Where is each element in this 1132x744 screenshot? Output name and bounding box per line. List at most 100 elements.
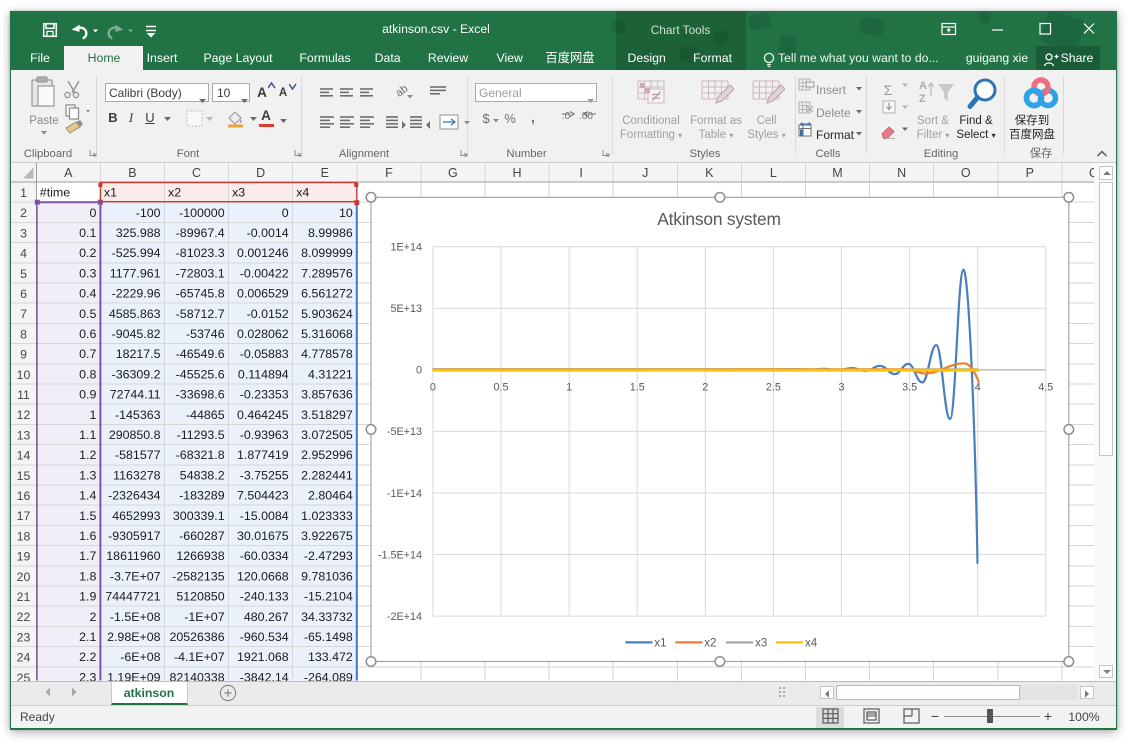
svg-text:1: 1 [20, 186, 27, 200]
svg-text:120.0668: 120.0668 [237, 569, 289, 583]
svg-text:1E+14: 1E+14 [390, 242, 422, 254]
svg-text:2.282441: 2.282441 [301, 468, 353, 482]
svg-text:1.5: 1.5 [79, 509, 96, 523]
svg-text:0.5: 0.5 [79, 307, 96, 321]
svg-text:-89967.4: -89967.4 [176, 226, 225, 240]
svg-text:M: M [832, 166, 842, 180]
svg-text:0.464245: 0.464245 [237, 408, 289, 422]
svg-text:-2.47293: -2.47293 [304, 549, 353, 563]
svg-text:8: 8 [20, 327, 27, 341]
svg-text:1.877419: 1.877419 [237, 448, 289, 462]
svg-text:17: 17 [17, 509, 31, 523]
svg-text:5E+13: 5E+13 [390, 303, 422, 315]
svg-text:480.267: 480.267 [244, 610, 289, 624]
svg-text:x2: x2 [168, 186, 181, 200]
svg-text:1177.961: 1177.961 [110, 266, 161, 280]
svg-text:x4: x4 [805, 637, 818, 649]
svg-text:4652993: 4652993 [112, 509, 160, 523]
svg-text:-145363: -145363 [115, 408, 161, 422]
svg-text:1.2: 1.2 [79, 448, 96, 462]
svg-text:0.7: 0.7 [79, 347, 96, 361]
svg-text:21: 21 [17, 590, 31, 604]
svg-text:18611960: 18611960 [106, 549, 160, 563]
svg-text:-1.5E+08: -1.5E+08 [110, 610, 161, 624]
svg-text:-2326434: -2326434 [108, 489, 160, 503]
svg-text:2.5: 2.5 [766, 382, 781, 394]
svg-text:-4.1E+07: -4.1E+07 [174, 650, 225, 664]
svg-text:-525.994: -525.994 [112, 246, 161, 260]
svg-text:16: 16 [17, 489, 31, 503]
svg-text:290850.8: 290850.8 [109, 428, 161, 442]
svg-text:-1.5E+14: -1.5E+14 [378, 549, 422, 561]
svg-text:1.7: 1.7 [79, 549, 96, 563]
svg-text:x4: x4 [296, 186, 309, 200]
svg-text:J: J [642, 166, 648, 180]
svg-text:20: 20 [17, 570, 31, 584]
svg-text:-68321.8: -68321.8 [176, 448, 225, 462]
svg-text:-0.0014: -0.0014 [247, 226, 289, 240]
svg-text:1.4: 1.4 [79, 489, 96, 503]
svg-text:325.988: 325.988 [116, 226, 161, 240]
svg-text:1.023333: 1.023333 [301, 509, 353, 523]
svg-text:-240.133: -240.133 [240, 590, 289, 604]
svg-text:-53746: -53746 [186, 327, 225, 341]
svg-text:-33698.6: -33698.6 [176, 388, 225, 402]
svg-text:5120850: 5120850 [176, 590, 224, 604]
svg-text:0: 0 [282, 206, 289, 220]
svg-text:0.3: 0.3 [79, 266, 96, 280]
svg-text:0: 0 [89, 206, 96, 220]
svg-text:5: 5 [20, 267, 27, 281]
svg-text:0.1: 0.1 [79, 226, 96, 240]
svg-text:-81023.3: -81023.3 [176, 246, 225, 260]
svg-text:1: 1 [566, 382, 572, 394]
svg-text:72744.11: 72744.11 [110, 388, 161, 402]
svg-text:2: 2 [702, 382, 708, 394]
svg-text:0.9: 0.9 [79, 388, 96, 402]
svg-text:ab: ab [393, 83, 410, 100]
svg-text:12: 12 [17, 408, 31, 422]
svg-text:20526386: 20526386 [169, 630, 224, 644]
svg-text:19: 19 [17, 550, 31, 564]
svg-text:0.6: 0.6 [79, 327, 96, 341]
svg-text:-9045.82: -9045.82 [112, 327, 161, 341]
svg-text:-2582135: -2582135 [172, 569, 224, 583]
svg-text:-264.089: -264.089 [304, 670, 353, 680]
svg-text:4.778578: 4.778578 [301, 347, 353, 361]
svg-text:H: H [512, 166, 521, 180]
svg-text:#time: #time [40, 186, 70, 200]
svg-text:15: 15 [17, 469, 31, 483]
svg-text:2.80464: 2.80464 [308, 489, 353, 503]
svg-text:3.072505: 3.072505 [301, 428, 353, 442]
svg-text:1.6: 1.6 [79, 529, 96, 543]
svg-text:25: 25 [17, 671, 31, 681]
svg-text:9.781036: 9.781036 [301, 569, 353, 583]
svg-text:1.3: 1.3 [79, 468, 96, 482]
svg-text:0.114894: 0.114894 [238, 367, 289, 381]
svg-text:-0.00422: -0.00422 [240, 266, 289, 280]
svg-text:3: 3 [838, 382, 844, 394]
svg-text:2: 2 [20, 206, 27, 220]
svg-text:18217.5: 18217.5 [116, 347, 161, 361]
svg-text:-3.7E+07: -3.7E+07 [110, 569, 161, 583]
svg-text:54838.2: 54838.2 [180, 468, 225, 482]
svg-text:0.006529: 0.006529 [237, 287, 289, 301]
svg-text:7.289576: 7.289576 [301, 266, 353, 280]
svg-text:-2E+14: -2E+14 [387, 611, 422, 623]
svg-text:0.5: 0.5 [493, 382, 508, 394]
svg-text:-60.0334: -60.0334 [240, 549, 289, 563]
svg-text:1.19E+09: 1.19E+09 [107, 670, 161, 680]
svg-text:Atkinson system: Atkinson system [657, 209, 781, 229]
svg-text:-1E+07: -1E+07 [184, 610, 224, 624]
svg-text:0: 0 [416, 365, 422, 377]
svg-text:-581577: -581577 [115, 448, 161, 462]
svg-text:133.472: 133.472 [308, 650, 353, 664]
svg-text:-0.93963: -0.93963 [240, 428, 289, 442]
svg-text:-5E+13: -5E+13 [387, 426, 422, 438]
svg-text:0.2: 0.2 [79, 246, 96, 260]
svg-text:3: 3 [20, 226, 27, 240]
svg-text:O: O [961, 166, 971, 180]
svg-text:2: 2 [89, 610, 96, 624]
svg-text:F: F [385, 166, 393, 180]
svg-text:18: 18 [17, 529, 31, 543]
svg-text:-44865: -44865 [186, 408, 225, 422]
